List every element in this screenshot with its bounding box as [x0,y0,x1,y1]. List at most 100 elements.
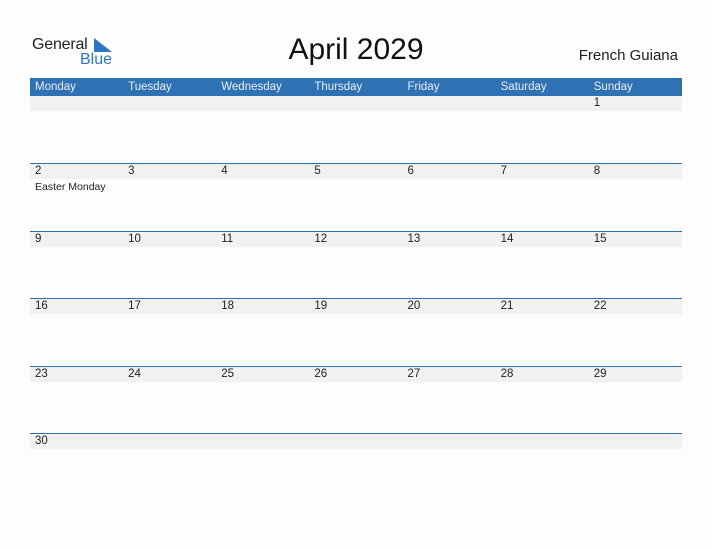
events-row [30,247,682,248]
day-number-strip: 16 17 18 19 20 21 22 [30,299,682,315]
weekday-monday: Monday [35,81,76,93]
day-event [589,449,682,450]
day-event [123,449,216,450]
events-row [30,382,682,383]
day-number-strip: 2 3 4 5 6 7 8 [30,164,682,179]
day-event [30,449,123,450]
day-number: 21 [500,300,514,313]
day-event [589,111,682,112]
events-row: Easter Monday [30,179,682,194]
calendar-week: 23 24 25 26 27 28 29 [30,365,682,434]
day-number: 13 [407,232,421,245]
day-number [589,434,682,449]
day-event [309,382,402,383]
day-event [309,111,402,112]
day-event [403,111,496,112]
day-number [30,96,123,111]
day-number: 12 [314,232,328,245]
day-number: 23 [35,367,48,380]
day-number [403,96,496,111]
day-event [123,179,216,194]
day-number: 14 [500,232,514,245]
day-number: 1 [593,97,601,109]
day-number: 30 [35,435,48,448]
day-number [216,96,309,111]
day-event [496,314,589,315]
day-event [216,111,309,112]
day-number: 10 [128,232,141,245]
day-event [496,382,589,383]
day-number [309,434,402,449]
day-event [403,382,496,383]
weekday-thursday: Thursday [314,81,363,93]
events-row [30,111,682,112]
day-event [216,382,309,383]
day-number [123,434,216,449]
events-row [30,449,682,450]
weekday-saturday: Saturday [500,81,547,93]
day-number: 17 [128,300,141,313]
calendar-week: 16 17 18 19 20 21 22 [30,298,682,366]
day-event [589,179,682,194]
day-event [216,247,309,248]
day-event [589,382,682,383]
weekday-sunday: Sunday [593,81,633,93]
day-number: 9 [35,232,42,245]
day-number: 3 [128,165,135,177]
day-number-strip: 9 10 11 12 13 14 15 [30,231,682,247]
day-number: 7 [500,165,508,177]
region-label: French Guiana [578,47,678,64]
day-event [30,111,123,112]
day-event [309,247,402,248]
day-event [216,449,309,450]
day-event [30,247,123,248]
day-number: 19 [314,300,328,313]
day-number-strip: 1 [30,96,682,111]
weekday-wednesday: Wednesday [221,81,282,93]
day-number: 26 [314,367,328,380]
day-event [123,111,216,112]
day-event [496,449,589,450]
calendar-grid: Monday Tuesday Wednesday Thursday Friday… [30,78,682,501]
day-number: 8 [593,165,601,177]
day-event [589,247,682,248]
calendar-week: 2 3 4 5 6 7 8 Easter Monday [30,163,682,231]
day-event [216,314,309,315]
day-number [496,96,589,111]
day-event [496,247,589,248]
weekday-header: Monday Tuesday Wednesday Thursday Friday… [30,78,682,96]
day-number-strip: 30 [30,434,682,450]
day-number [403,434,496,449]
day-event [309,449,402,450]
day-number [309,96,402,111]
day-event [216,179,309,194]
weekday-tuesday: Tuesday [128,81,172,93]
weekday-friday: Friday [407,81,440,93]
day-number: 16 [35,300,48,313]
day-event [403,449,496,450]
day-number: 15 [593,232,607,245]
day-number: 5 [314,165,321,177]
day-event: Easter Monday [35,181,106,193]
day-number: 27 [407,367,421,380]
day-event [30,382,123,383]
day-event [589,314,682,315]
day-number: 28 [500,367,514,380]
events-row [30,314,682,315]
day-number [496,434,589,449]
day-number: 29 [593,367,607,380]
day-event [309,314,402,315]
day-event [123,247,216,248]
day-number: 4 [221,165,228,177]
day-number-strip: 23 24 25 26 27 28 29 [30,366,682,382]
day-event [403,247,496,248]
day-event [403,314,496,315]
day-number [123,96,216,111]
day-number: 20 [407,300,421,313]
calendar-week: 9 10 11 12 13 14 15 [30,230,682,299]
day-number: 18 [221,300,235,313]
day-number: 11 [221,232,234,245]
day-event [123,314,216,315]
calendar-week: 30 [30,433,682,501]
day-event [403,179,496,194]
